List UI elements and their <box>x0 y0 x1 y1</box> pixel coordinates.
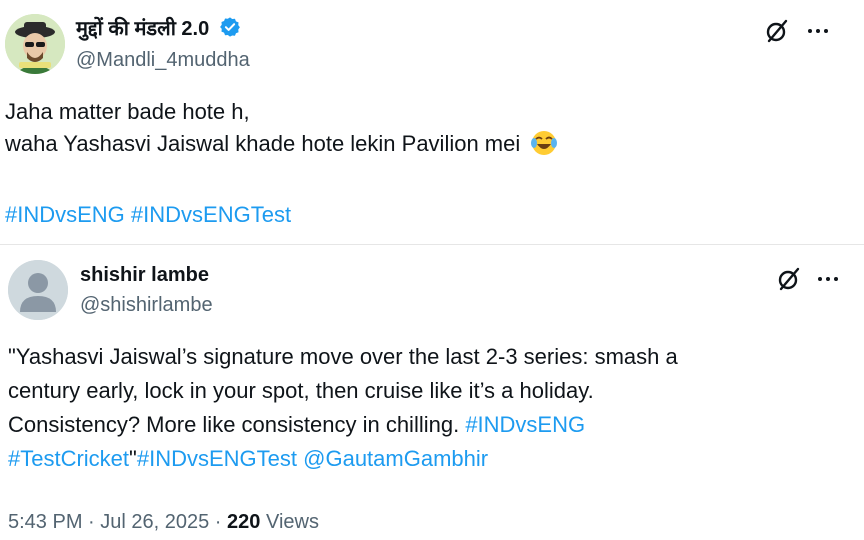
post-meta: 5:43 PM · Jul 26, 2025 · 220 Views <box>8 511 319 534</box>
author-name[interactable]: shishir lambe <box>80 264 209 287</box>
grok-icon[interactable] <box>774 264 804 294</box>
post-line-2: waha Yashasvi Jaiswal khade hote lekin P… <box>5 128 845 166</box>
mention-gautamgambhir[interactable]: @GautamGambhir <box>303 446 488 471</box>
post-line-2: century early, lock in your spot, then c… <box>8 378 594 403</box>
closing-quote: " <box>129 446 137 471</box>
author-name[interactable]: मुद्दों की मंडली 2.0 <box>76 14 241 44</box>
views-count: 220 <box>227 511 261 533</box>
post-text: "Yashasvi Jaiswal’s signature move over … <box>8 340 848 476</box>
post-line-4: #TestCricket"#INDvsENGTest @GautamGambhi… <box>8 442 848 476</box>
hashtag-indvseng[interactable]: #INDvsENG <box>465 412 585 437</box>
hashtag-indvsengtest[interactable]: #INDvsENGTest <box>137 446 297 471</box>
author-handle[interactable]: @shishirlambe <box>80 294 213 317</box>
post-text: Jaha matter bade hote h, waha Yashasvi J… <box>5 96 845 166</box>
author-name-text[interactable]: मुद्दों की मंडली 2.0 <box>76 18 209 40</box>
post-line-3-text: Consistency? More like consistency in ch… <box>8 412 466 437</box>
laughing-with-tears-emoji-icon <box>530 129 558 166</box>
post-line-3: Consistency? More like consistency in ch… <box>8 408 848 442</box>
default-avatar-icon <box>8 260 68 320</box>
more-icon[interactable] <box>803 16 833 46</box>
hashtags: #INDvsENG #INDvsENGTest <box>5 202 291 228</box>
post-card-1: मुद्दों की मंडली 2.0 @Mandli_4muddha Jah… <box>0 0 864 245</box>
hashtag-indvsengtest[interactable]: #INDvsENGTest <box>131 202 291 227</box>
views-label: Views <box>260 511 319 533</box>
post-line-1: Jaha matter bade hote h, <box>5 99 250 124</box>
post-card-2: shishir lambe @shishirlambe "Yashasvi Ja… <box>0 246 864 540</box>
post-line-1: "Yashasvi Jaiswal’s signature move over … <box>8 344 678 369</box>
avatar[interactable] <box>5 14 65 74</box>
post-line-2-text: waha Yashasvi Jaiswal khade hote lekin P… <box>5 131 521 156</box>
meta-separator: · <box>82 511 101 533</box>
avatar[interactable] <box>8 260 68 320</box>
author-handle[interactable]: @Mandli_4muddha <box>76 49 250 72</box>
meta-separator: · <box>209 511 228 533</box>
post-date[interactable]: Jul 26, 2025 <box>100 511 209 533</box>
post-time[interactable]: 5:43 PM <box>8 511 82 533</box>
avatar-image <box>5 14 65 74</box>
grok-icon[interactable] <box>762 16 792 46</box>
more-icon[interactable] <box>813 264 843 294</box>
hashtag-indvseng[interactable]: #INDvsENG <box>5 202 125 227</box>
hashtag-testcricket[interactable]: #TestCricket <box>8 446 129 471</box>
verified-badge-icon <box>219 16 241 44</box>
